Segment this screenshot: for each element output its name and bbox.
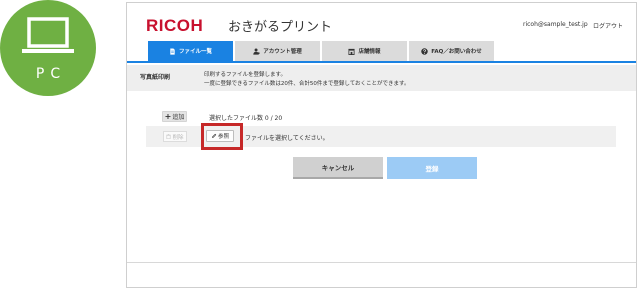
trash-icon <box>166 134 172 139</box>
tab-file-list[interactable]: ファイル一覧 <box>148 41 233 61</box>
user-gear-icon <box>253 47 260 55</box>
add-file-button[interactable]: + 追加 <box>162 111 187 122</box>
tab-label: FAQ／お問い合わせ <box>431 49 482 55</box>
question-icon <box>421 47 428 55</box>
tab-account[interactable]: アカウント管理 <box>235 41 320 61</box>
app-title: おきがるプリント <box>228 20 333 35</box>
tab-label: アカウント管理 <box>263 49 302 55</box>
store-icon <box>348 48 356 55</box>
document-icon <box>170 47 175 55</box>
main-tabs: ファイル一覧 アカウント管理 店舗情報 FAQ／お問い合わせ <box>148 41 494 61</box>
user-email: ricoh@sample_test.jp <box>523 21 588 28</box>
cancel-button[interactable]: キャンセル <box>293 157 383 179</box>
file-hint: ファイルを選択してください。 <box>245 135 329 142</box>
app-window: RICOH おきがるプリント ricoh@sample_test.jp ログアウ… <box>126 2 637 288</box>
tab-underline <box>127 61 636 63</box>
submit-button[interactable]: 登録 <box>387 157 477 179</box>
ricoh-logo[interactable]: RICOH <box>146 16 203 36</box>
delete-label: 削除 <box>172 134 184 141</box>
add-label: 追加 <box>172 114 185 121</box>
content-divider <box>127 262 636 263</box>
info-text-line1: 印刷するファイルを登録します。 <box>204 72 286 78</box>
tab-label: ファイル一覧 <box>178 49 212 55</box>
plus-icon: + <box>164 111 172 121</box>
logout-link[interactable]: ログアウト <box>593 21 623 30</box>
tab-store-info[interactable]: 店舗情報 <box>322 41 407 61</box>
info-panel: 写真紙印刷 印刷するファイルを登録します。 一度に登録できるファイル数は20件、… <box>127 65 636 91</box>
tab-faq[interactable]: FAQ／お問い合わせ <box>409 41 494 61</box>
file-row: 削除 参照 ファイルを選択してください。 <box>146 123 616 150</box>
browse-highlight-box <box>201 123 243 150</box>
laptop-icon <box>22 17 74 53</box>
info-text-line2: 一度に登録できるファイル数は20件、合計50件まで登録しておくことができます。 <box>204 81 410 87</box>
pc-badge: PC <box>0 0 96 96</box>
delete-button[interactable]: 削除 <box>163 131 187 142</box>
section-label: 写真紙印刷 <box>140 74 171 81</box>
file-count: 選択したファイル数 0 / 20 <box>209 115 283 122</box>
tab-label: 店舗情報 <box>358 49 381 55</box>
pc-label: PC <box>35 66 67 82</box>
